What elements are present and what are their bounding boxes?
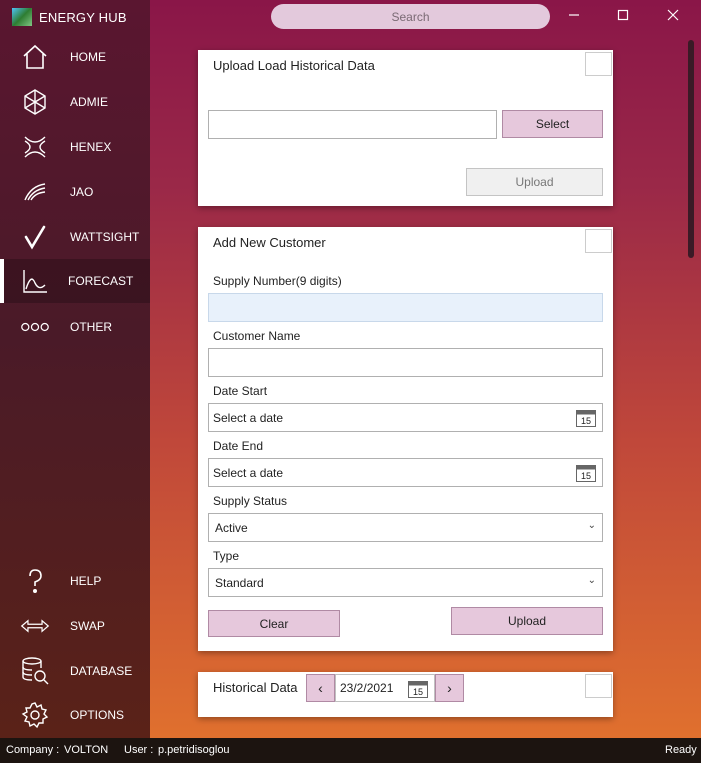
database-search-icon — [20, 657, 50, 685]
customer-name-input[interactable] — [208, 348, 603, 377]
sidebar-item-database[interactable]: DATABASE — [0, 649, 150, 693]
date-start-picker[interactable]: Select a date 15 — [208, 403, 603, 432]
vertical-scrollbar[interactable] — [688, 40, 694, 258]
sidebar-item-forecast[interactable]: FORECAST — [0, 259, 150, 303]
sidebar-item-label: JAO — [70, 185, 94, 199]
sidebar-item-wattsight[interactable]: WATTSIGHT — [0, 215, 150, 259]
maximize-button[interactable] — [611, 4, 635, 26]
jao-logo-icon — [20, 178, 50, 206]
company-value: VOLTON — [64, 744, 109, 756]
close-icon — [667, 9, 679, 21]
minimize-icon — [569, 14, 579, 16]
supply-number-label: Supply Number(9 digits) — [213, 274, 342, 288]
type-value: Standard — [215, 575, 264, 590]
sidebar-item-henex[interactable]: HENEX — [0, 125, 150, 169]
app-brand: ENERGY HUB — [12, 8, 127, 26]
search-input[interactable] — [271, 4, 550, 29]
historical-date-picker[interactable]: 23/2/2021 15 — [335, 674, 435, 702]
company-label: Company : — [6, 744, 60, 756]
type-label: Type — [213, 549, 240, 563]
sidebar-item-jao[interactable]: JAO — [0, 170, 150, 214]
supply-number-input[interactable] — [208, 293, 603, 322]
collapse-checkbox[interactable] — [585, 52, 612, 76]
sidebar-item-label: HENEX — [70, 140, 112, 154]
app-title: ENERGY HUB — [39, 9, 127, 25]
supply-status-select[interactable]: Active ⌄ — [208, 513, 603, 542]
status-bar: Company : VOLTON User : p.petridisoglou … — [0, 738, 701, 763]
question-icon — [20, 567, 50, 595]
gear-icon — [20, 701, 50, 729]
next-date-button[interactable]: › — [435, 674, 464, 702]
maximize-icon — [617, 9, 629, 21]
upload-button[interactable]: Upload — [466, 168, 603, 196]
henex-logo-icon — [20, 133, 50, 161]
user-value: p.petridisoglou — [158, 744, 230, 756]
calendar-icon[interactable]: 15 — [576, 408, 596, 430]
customer-name-label: Customer Name — [213, 329, 301, 343]
supply-status-label: Supply Status — [213, 494, 288, 508]
chevron-right-icon: › — [447, 680, 452, 696]
sidebar: ENERGY HUB HOME ADMIE HENEX JAO WATTSIGH… — [0, 0, 150, 738]
collapse-checkbox[interactable] — [585, 229, 612, 253]
date-end-picker[interactable]: Select a date 15 — [208, 458, 603, 487]
historical-date-value: 23/2/2021 — [340, 681, 394, 695]
file-path-field[interactable] — [208, 110, 497, 139]
chevron-down-icon: ⌄ — [587, 520, 596, 531]
admie-logo-icon — [20, 88, 50, 116]
card-title: Add New Customer — [213, 235, 326, 250]
sidebar-item-label: WATTSIGHT — [70, 230, 140, 244]
home-icon — [20, 43, 50, 71]
date-end-label: Date End — [213, 439, 264, 453]
supply-status-value: Active — [215, 520, 248, 535]
sidebar-item-label: OPTIONS — [70, 708, 125, 722]
calendar-icon[interactable]: 15 — [576, 463, 596, 485]
sidebar-item-label: SWAP — [70, 619, 105, 633]
sidebar-item-label: ADMIE — [70, 95, 109, 109]
swap-arrows-icon — [20, 612, 50, 640]
chevron-down-icon: ⌄ — [587, 575, 596, 586]
collapse-checkbox[interactable] — [585, 674, 612, 698]
sidebar-item-label: FORECAST — [68, 274, 134, 288]
sidebar-item-help[interactable]: HELP — [0, 559, 150, 603]
type-select[interactable]: Standard ⌄ — [208, 568, 603, 597]
chart-icon — [20, 267, 50, 295]
date-start-label: Date Start — [213, 384, 268, 398]
date-start-placeholder: Select a date — [213, 410, 284, 425]
upload-historical-card: Upload Load Historical Data Select Uploa… — [198, 50, 613, 206]
sidebar-item-home[interactable]: HOME — [0, 35, 150, 79]
sidebar-item-label: HOME — [70, 50, 106, 64]
sidebar-item-label: OTHER — [70, 320, 112, 334]
close-button[interactable] — [661, 4, 685, 26]
user-label: User : — [124, 744, 154, 756]
select-button[interactable]: Select — [502, 110, 603, 138]
sidebar-item-options[interactable]: OPTIONS — [0, 693, 150, 737]
card-title: Upload Load Historical Data — [213, 58, 375, 73]
sidebar-item-label: HELP — [70, 574, 102, 588]
wattsight-logo-icon — [20, 223, 50, 251]
minimize-button[interactable] — [562, 4, 586, 26]
card-title: Historical Data — [213, 680, 298, 695]
dots-icon — [20, 313, 50, 341]
sidebar-item-other[interactable]: OTHER — [0, 305, 150, 349]
sidebar-item-swap[interactable]: SWAP — [0, 604, 150, 648]
status-text: Ready — [665, 744, 697, 756]
chevron-left-icon: ‹ — [318, 680, 323, 696]
main-content: Upload Load Historical Data Select Uploa… — [150, 0, 701, 738]
sidebar-item-label: DATABASE — [70, 664, 133, 678]
clear-button[interactable]: Clear — [208, 610, 340, 637]
date-end-placeholder: Select a date — [213, 465, 284, 480]
add-customer-card: Add New Customer Supply Number(9 digits)… — [198, 227, 613, 651]
historical-data-card: Historical Data ‹ 23/2/2021 15 › — [198, 672, 613, 717]
sidebar-item-admie[interactable]: ADMIE — [0, 80, 150, 124]
calendar-day: 15 — [413, 687, 423, 697]
app-logo-icon — [12, 8, 32, 26]
upload-customer-button[interactable]: Upload — [451, 607, 603, 635]
previous-date-button[interactable]: ‹ — [306, 674, 335, 702]
calendar-day: 15 — [581, 416, 591, 426]
calendar-day: 15 — [581, 471, 591, 481]
calendar-icon[interactable]: 15 — [408, 679, 428, 701]
